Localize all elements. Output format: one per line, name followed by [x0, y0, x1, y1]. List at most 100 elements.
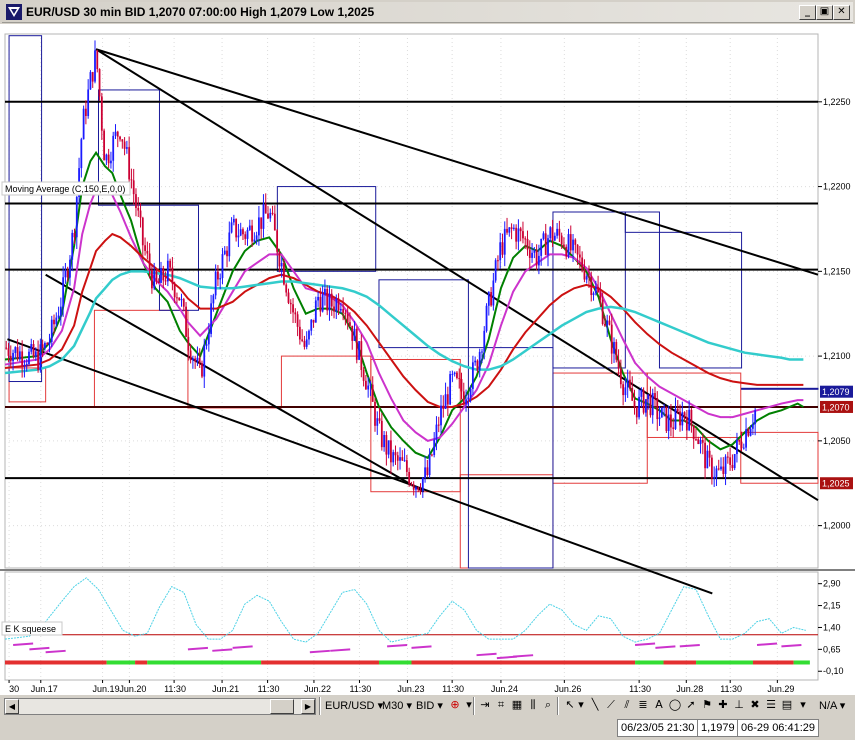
- candle-body: [32, 344, 35, 357]
- candle-body: [451, 374, 454, 376]
- candle-body: [695, 439, 697, 441]
- squeeze-status-bar: [135, 660, 148, 665]
- chart-area[interactable]: 1,2250 1,2200 1,2150 1,2100 1,2050 1,2000 1,20…: [0, 24, 855, 695]
- dropdown-arrow-icon[interactable]: ▾: [574, 698, 588, 712]
- toolbar-separator: [473, 697, 475, 715]
- candle-body: [148, 253, 151, 270]
- candle-body: [615, 341, 618, 360]
- candle-body: [403, 460, 406, 462]
- candle-body: [34, 351, 37, 357]
- line-tool-icon[interactable]: ╲: [588, 698, 602, 712]
- order-icon[interactable]: ⊕: [448, 698, 462, 712]
- candle-body: [501, 242, 504, 255]
- title-bar[interactable]: EUR/USD 30 min BID 1,2070 07:00:00 High …: [2, 2, 853, 23]
- candle-body: [465, 399, 467, 404]
- candle-body: [531, 252, 533, 258]
- timeframe-select[interactable]: M30 ▾: [382, 698, 412, 714]
- candle-body: [105, 154, 108, 161]
- candle-body: [640, 390, 643, 397]
- candle-body: [672, 427, 675, 429]
- side-select[interactable]: BID ▾: [416, 698, 443, 714]
- restore-button[interactable]: ▣: [816, 5, 833, 20]
- x-tick-label: Jun.23: [397, 684, 424, 694]
- fibonacci-tool-icon[interactable]: ≣: [636, 698, 650, 712]
- candle-body: [572, 239, 574, 251]
- scroll-right-icon[interactable]: ▶: [301, 699, 315, 714]
- candle-body: [701, 439, 704, 443]
- candle-body: [644, 399, 647, 413]
- candle-body: [542, 233, 545, 239]
- price-flag-label: 1,2025: [822, 479, 850, 489]
- candle-body: [729, 457, 732, 465]
- candle-body: [638, 396, 640, 418]
- candle-body: [717, 468, 720, 470]
- x-tick-label: 11:30: [164, 684, 186, 694]
- x-tick-label: Jun.28: [676, 684, 703, 694]
- na-select[interactable]: N/A ▾: [819, 698, 845, 714]
- minimize-button[interactable]: _: [799, 5, 816, 20]
- candle-body: [617, 359, 620, 369]
- candle-body: [342, 308, 345, 313]
- close-button[interactable]: ✕: [833, 5, 850, 20]
- text-tool-icon[interactable]: A: [652, 698, 666, 712]
- candle-body: [198, 357, 201, 364]
- candle-body: [654, 393, 656, 399]
- candle-body: [71, 232, 74, 260]
- marker-tool-icon[interactable]: ⚑: [700, 698, 714, 712]
- table-icon[interactable]: ▦: [510, 698, 524, 712]
- measure-tool-icon[interactable]: ⊥: [732, 698, 746, 712]
- zoom-icon[interactable]: ⌕: [541, 698, 555, 712]
- candle-body: [146, 250, 149, 254]
- dropdown-arrow-icon[interactable]: ▾: [796, 698, 810, 712]
- candle-body: [358, 341, 360, 360]
- candle-body: [622, 384, 625, 396]
- app-logo-icon: [6, 4, 22, 20]
- candle-body: [424, 467, 426, 478]
- shape-tool-icon[interactable]: ◯: [668, 698, 682, 712]
- candle-body: [558, 228, 561, 236]
- candle-body: [257, 217, 260, 236]
- candle-body: [469, 388, 472, 398]
- cross-tool-icon[interactable]: ✚: [716, 698, 730, 712]
- candle-body: [66, 270, 69, 278]
- candle-body: [25, 363, 28, 365]
- candle-body: [237, 235, 240, 238]
- scroll-thumb[interactable]: [270, 699, 294, 714]
- candle-body: [355, 328, 358, 360]
- candle-body: [217, 271, 219, 280]
- candle-body: [157, 282, 160, 284]
- arrow-tool-icon[interactable]: ➚: [684, 698, 698, 712]
- candle-body: [503, 228, 506, 255]
- candle-body: [453, 372, 456, 375]
- ma-label: Moving Average (C,150,E,0,0): [5, 184, 125, 194]
- window-title: EUR/USD 30 min BID 1,2070 07:00:00 High …: [26, 5, 375, 19]
- grid-icon[interactable]: ⌗: [494, 698, 508, 712]
- candle-body: [401, 457, 404, 461]
- properties-tool-icon[interactable]: ☰: [764, 698, 778, 712]
- trendline-tool-icon[interactable]: ⟋: [604, 698, 618, 712]
- candle-body: [319, 296, 322, 312]
- candle-body: [310, 319, 313, 331]
- candle-body: [405, 460, 408, 472]
- channel-tool-icon[interactable]: ⫽: [620, 698, 634, 712]
- candle-body: [380, 420, 383, 448]
- y-tick-label: 0,65: [823, 644, 841, 654]
- candle-body: [364, 380, 367, 390]
- candle-body: [166, 260, 169, 282]
- candle-body: [467, 397, 470, 400]
- candle-body: [651, 393, 654, 416]
- candle-body: [116, 131, 119, 137]
- bars-icon[interactable]: ⫼: [526, 698, 540, 712]
- candle-body: [235, 218, 238, 238]
- delete-tool-icon[interactable]: ✖: [748, 698, 762, 712]
- symbol-select[interactable]: EUR/USD ▾: [325, 698, 383, 714]
- document-icon[interactable]: ▤: [780, 698, 794, 712]
- scroll-left-icon[interactable]: ◀: [5, 699, 19, 714]
- chart-svg[interactable]: 1,2250 1,2200 1,2150 1,2100 1,2050 1,2000 1,20…: [0, 24, 855, 695]
- candle-body: [736, 439, 738, 455]
- candle-body: [48, 341, 51, 345]
- candle-body: [535, 250, 538, 266]
- horizontal-scrollbar[interactable]: ◀ ▶: [4, 698, 316, 715]
- candle-body: [487, 292, 490, 306]
- fit-icon[interactable]: ⇥: [478, 698, 492, 712]
